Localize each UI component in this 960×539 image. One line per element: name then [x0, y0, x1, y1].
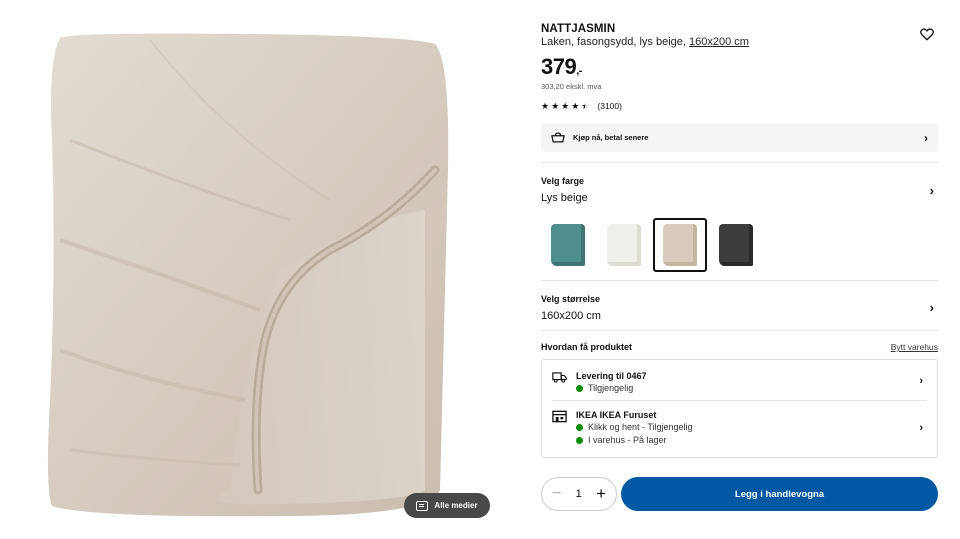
store-status-2-text: I varehus - På lager	[588, 435, 667, 445]
swatch-teal-image	[551, 224, 585, 266]
color-label: Velg farge	[541, 176, 585, 186]
size-value: 160x200 cm	[541, 310, 601, 322]
color-value: Lys beige	[541, 192, 588, 204]
quantity-value[interactable]: 1	[576, 488, 582, 500]
available-dot-icon	[576, 384, 583, 392]
finance-label: Kjøp nå, betal senere	[573, 133, 649, 142]
size-label: Velg størrelse	[541, 294, 601, 304]
change-store-link[interactable]: Bytt varehus	[891, 342, 938, 352]
delivery-title: Levering til 0467	[576, 371, 647, 381]
decrease-quantity-button[interactable]: −	[552, 485, 561, 503]
product-image[interactable]	[30, 20, 470, 520]
fulfilment-options: Levering til 0467 Tilgjengelig › IKEA IK…	[541, 359, 938, 458]
swatch-dark-grey-image	[719, 224, 753, 266]
color-swatches	[541, 218, 763, 272]
available-dot-icon	[576, 436, 583, 444]
store-status-in-store: I varehus - På lager	[576, 435, 667, 445]
delivery-status: Tilgjengelig	[576, 383, 633, 393]
store-option[interactable]: IKEA IKEA Furuset Klikk og hent - Tilgje…	[542, 401, 937, 458]
divider	[541, 330, 938, 331]
shopping-bag-icon	[551, 132, 565, 143]
gallery-icon	[416, 500, 429, 511]
product-description: Laken, fasongsydd, lys beige, 160x200 cm	[541, 36, 749, 48]
price-ex-vat: 303,20 ekskl. mva	[541, 82, 602, 91]
store-status-click-collect: Klikk og hent - Tilgjengelig	[576, 422, 693, 432]
star-icon: ★	[561, 100, 570, 111]
store-title: IKEA IKEA Furuset	[576, 410, 657, 420]
delivery-option[interactable]: Levering til 0467 Tilgjengelig ›	[542, 360, 937, 400]
half-star-icon: ★	[581, 101, 589, 111]
heart-icon[interactable]	[920, 28, 934, 41]
color-chevron-right-icon[interactable]: ›	[930, 183, 934, 198]
swatch-white-image	[607, 224, 641, 266]
buy-now-pay-later[interactable]: Kjøp nå, betal senere ›	[541, 123, 938, 152]
divider	[541, 162, 938, 163]
all-media-label: Alle medier	[434, 501, 478, 510]
star-icon: ★	[551, 100, 560, 111]
swatch-light-beige-image	[663, 224, 697, 266]
store-icon	[552, 410, 567, 423]
rating-count[interactable]: (3100)	[597, 101, 622, 111]
product-image-area: Alle medier	[0, 0, 510, 539]
description-text: Laken, fasongsydd, lys beige,	[541, 36, 686, 48]
swatch-white[interactable]	[597, 218, 651, 272]
swatch-teal[interactable]	[541, 218, 595, 272]
swatch-light-beige[interactable]	[653, 218, 707, 272]
rating[interactable]: ★ ★ ★ ★ ★ (3100)	[541, 101, 622, 111]
size-link[interactable]: 160x200 cm	[689, 36, 749, 48]
chevron-right-icon: ›	[919, 422, 923, 434]
star-icon: ★	[541, 100, 550, 111]
price-suffix: ,-	[576, 65, 582, 77]
fulfilment-label: Hvordan få produktet	[541, 342, 633, 352]
star-icon: ★	[571, 100, 580, 111]
available-dot-icon	[576, 423, 583, 431]
price: 379,-	[541, 54, 582, 80]
chevron-right-icon: ›	[924, 130, 928, 145]
size-chevron-right-icon[interactable]: ›	[930, 300, 934, 315]
price-value: 379	[541, 54, 577, 79]
increase-quantity-button[interactable]: +	[596, 484, 606, 504]
delivery-status-text: Tilgjengelig	[588, 383, 634, 393]
divider	[541, 280, 938, 281]
product-name: NATTJASMIN	[541, 23, 616, 35]
swatch-dark-grey[interactable]	[709, 218, 763, 272]
chevron-right-icon: ›	[919, 375, 923, 387]
truck-icon	[552, 372, 567, 383]
all-media-button[interactable]: Alle medier	[404, 493, 490, 518]
add-to-cart-button[interactable]: Legg i handlevogna	[621, 477, 938, 511]
store-status-1-text: Klikk og hent - Tilgjengelig	[588, 422, 693, 432]
quantity-stepper: − 1 +	[541, 477, 617, 511]
